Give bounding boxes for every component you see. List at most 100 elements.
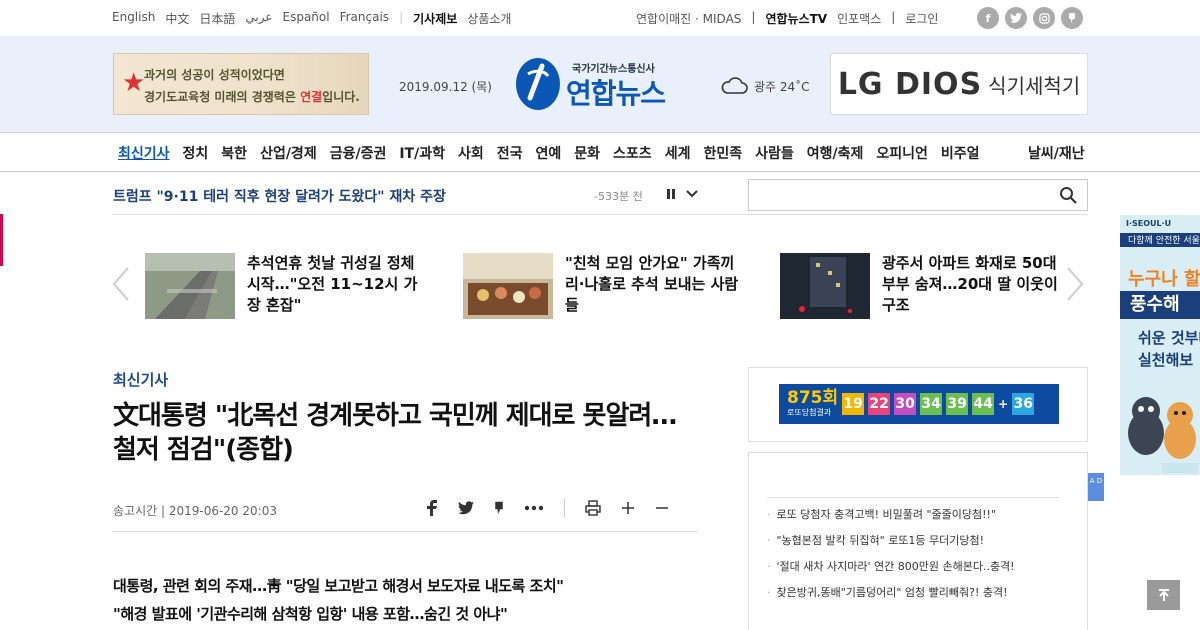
ad-link[interactable]: 찾은방귀,똥배"기름덩어리" 엄청 빨리빼줘?! 충격! [767, 580, 1059, 606]
nav-item-travel[interactable]: 여행/축제 [807, 143, 864, 163]
carousel-prev-button[interactable] [112, 266, 130, 311]
lotto-banner[interactable]: 875회 로또당첨결과 19 22 30 34 39 44 + 36 [779, 384, 1059, 424]
lang-french[interactable]: Français [340, 10, 389, 27]
side-ad-line-4: 실천해보 [1138, 351, 1194, 369]
lotto-number: 39 [946, 393, 969, 415]
nav-item-opinion[interactable]: 오피니언 [876, 143, 928, 163]
chevron-right-icon [1067, 267, 1084, 301]
ad-link[interactable]: "농협본점 발칵 뒤집혀" 로또1등 무더기당첨! [767, 528, 1059, 554]
images-link[interactable]: 연합이매진 · MIDAS [636, 10, 741, 27]
nav-item-people[interactable]: 사람들 [755, 143, 794, 163]
divider: | [751, 10, 756, 24]
lg-dios-ad[interactable]: LG DIOS 식기세척기 [830, 53, 1088, 115]
instagram-icon[interactable] [1033, 7, 1055, 29]
divider [112, 531, 698, 532]
lotto-widget: 875회 로또당첨결과 19 22 30 34 39 44 + 36 [748, 367, 1088, 442]
nav-items: 최신기사 정치 북한 산업/경제 금융/증권 IT/과학 사회 전국 연예 문화… [118, 143, 980, 163]
story-icon[interactable] [1061, 7, 1083, 29]
report-link[interactable]: 기사제보 [413, 10, 457, 27]
nav-item-economy[interactable]: 산업/경제 [260, 143, 317, 163]
accent-marker [0, 214, 3, 266]
nav-item-world[interactable]: 세계 [665, 143, 691, 163]
featured-item[interactable]: "친척 모임 안가요" 가족끼리·나홀로 추석 보내는 사람들 [463, 253, 741, 319]
nav-item-latest[interactable]: 최신기사 [118, 143, 170, 163]
lotto-number: 34 [920, 393, 943, 415]
chevron-left-icon [112, 267, 129, 301]
login-link[interactable]: 로그인 [905, 10, 938, 27]
products-link[interactable]: 상품소개 [467, 10, 511, 27]
current-date: 2019.09.12 (목) [399, 80, 492, 94]
article-headline: 文대통령 "北목선 경계못하고 국민께 제대로 못알려… 철저 점검"(종합) [113, 399, 703, 467]
logo-wordmark: 연합뉴스 [566, 77, 666, 110]
nav-item-society[interactable]: 사회 [458, 143, 484, 163]
ad-product: 식기세척기 [988, 73, 1081, 98]
font-increase-icon[interactable] [621, 501, 635, 515]
nav-item-culture[interactable]: 문화 [574, 143, 600, 163]
kakao-story-share-icon[interactable] [494, 500, 504, 516]
more-share-icon[interactable] [524, 505, 544, 511]
infomax-link[interactable]: 인포맥스 [837, 10, 881, 27]
featured-title: 광주서 아파트 화재로 50대 부부 숨져…20대 딸 이웃이 구조 [882, 254, 1058, 314]
lotto-round: 875회 [787, 388, 839, 408]
divider [564, 499, 565, 517]
ad-brand: LG DIOS [837, 66, 983, 102]
lang-chinese[interactable]: 中文 [165, 10, 189, 27]
lotto-plus: + [998, 397, 1009, 411]
promo-line-1: 과거의 성공이 성적이었다면 [144, 68, 285, 82]
ad-link[interactable]: '절대 새차 사지마라' 연간 800만원 손해본다..충격! [767, 554, 1059, 580]
tv-link[interactable]: 연합뉴스TV [765, 10, 827, 27]
font-decrease-icon[interactable] [655, 501, 669, 515]
lang-japanese[interactable]: 日本語 [199, 10, 235, 27]
side-ad-line-3: 쉬운 것부터 [1138, 329, 1200, 347]
search-input[interactable] [755, 184, 1045, 206]
featured-item[interactable]: 추석연휴 첫날 귀성길 정체 시작…"오전 11~12시 가장 혼잡" [145, 253, 423, 319]
twitter-share-icon[interactable] [458, 501, 474, 515]
ad-link-list: 로또 당첨자 충격고백! 비밀풀려 "줄줄이당첨!!" "농협본점 발칵 뒤집혀… [748, 452, 1088, 630]
side-banner-ad[interactable]: I·SEOUL·U 다함께 안전한 서울 누구나 할 수 풍수해 쉬운 것부터 … [1120, 215, 1200, 475]
language-links: English 中文 日本語 عربي Español Français | 기… [112, 10, 511, 27]
lang-english[interactable]: English [112, 10, 155, 27]
weather-widget[interactable]: 광주 24˚C [720, 76, 810, 96]
nav-item-national[interactable]: 전국 [497, 143, 523, 163]
featured-item[interactable]: 광주서 아파트 화재로 50대 부부 숨져…20대 딸 이웃이 구조 [780, 253, 1058, 319]
promo-highlight: 연결 [300, 90, 323, 104]
promo-banner[interactable]: ★ 과거의 성공이 성적이었다면 경기도교육청 미래의 경쟁력은 연결입니다. [113, 53, 369, 115]
search-icon[interactable] [1059, 186, 1077, 204]
lang-arabic[interactable]: عربي [245, 10, 272, 27]
facebook-icon[interactable]: f [977, 7, 999, 29]
nav-item-weather[interactable]: 날씨/재난 [1028, 143, 1085, 163]
logo-mark-icon [516, 58, 560, 110]
article-tools [426, 499, 669, 517]
site-logo[interactable]: 국가기간뉴스통신사 연합뉴스 [514, 54, 686, 114]
promo-line-2-end: 입니다. [322, 90, 360, 104]
carousel-next-button[interactable] [1066, 266, 1084, 311]
lotto-label: 로또당첨결과 [787, 408, 832, 417]
print-icon[interactable] [585, 500, 601, 516]
nav-item-sports[interactable]: 스포츠 [613, 143, 652, 163]
lotto-number: 30 [894, 393, 917, 415]
ad-label[interactable]: A D [1088, 473, 1104, 501]
top-bar: English 中文 日本語 عربي Español Français | 기… [0, 0, 1200, 36]
lang-spanish[interactable]: Español [283, 10, 330, 27]
nav-item-politics[interactable]: 정치 [183, 143, 209, 163]
article-category[interactable]: 최신기사 [113, 369, 168, 390]
chevron-down-icon[interactable] [685, 187, 699, 201]
facebook-share-icon[interactable] [426, 500, 438, 516]
nav-item-it-science[interactable]: IT/과학 [399, 143, 445, 163]
featured-title: "친척 모임 안가요" 가족끼리·나홀로 추석 보내는 사람들 [565, 254, 739, 314]
ad-link[interactable]: 로또 당첨자 충격고백! 비밀풀려 "줄줄이당첨!!" [767, 502, 1059, 528]
nav-item-north-korea[interactable]: 북한 [221, 143, 247, 163]
twitter-icon[interactable] [1005, 7, 1027, 29]
back-to-top-button[interactable] [1147, 580, 1180, 610]
headline-line-2: 철저 점검"(종합) [113, 435, 294, 465]
side-ad-brand: I·SEOUL·U [1126, 219, 1172, 228]
lotto-number: 22 [868, 393, 891, 415]
ticker-time: -533분 전 [594, 190, 643, 203]
breaking-ticker[interactable]: 트럼프 "9·11 테러 직후 현장 달려가 도왔다" 재차 주장 [113, 186, 446, 206]
pause-icon[interactable] [665, 187, 677, 201]
nav-item-korean-diaspora[interactable]: 한민족 [703, 143, 742, 163]
nav-item-entertainment[interactable]: 연예 [536, 143, 562, 163]
nav-item-finance[interactable]: 금융/증권 [330, 143, 387, 163]
social-links: f [977, 7, 1083, 29]
nav-item-visual[interactable]: 비주얼 [941, 143, 980, 163]
